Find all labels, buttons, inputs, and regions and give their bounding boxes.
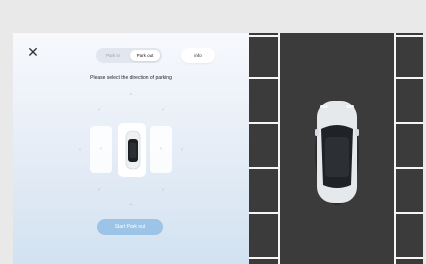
arrow-down-left-icon[interactable]: ‹ (94, 185, 104, 195)
arrow-left-icon[interactable]: ‹ (75, 145, 85, 155)
slot-right[interactable]: › (150, 126, 172, 173)
park-mode-toggle: Park in Park out (96, 48, 162, 63)
arrow-right-icon[interactable]: › (177, 145, 187, 155)
right-stall-lines (394, 33, 423, 264)
park-out-option[interactable]: Park out (130, 50, 160, 61)
arrow-up-icon[interactable]: ⌃ (126, 91, 136, 101)
arrow-up-left-icon[interactable]: ‹ (94, 105, 104, 115)
arrow-down-right-icon[interactable]: › (158, 185, 168, 195)
close-icon[interactable]: ✕ (26, 46, 40, 60)
park-in-option[interactable]: Park in (98, 50, 128, 61)
chevron-right-icon: › (160, 146, 162, 152)
instruction-text: Please select the direction of parking (90, 75, 172, 81)
parking-lot-view (249, 33, 423, 264)
info-button[interactable]: info (181, 48, 215, 63)
arrow-down-icon[interactable]: ⌄ (126, 199, 136, 209)
left-stall-lines (249, 33, 280, 264)
parking-lot-svg (249, 33, 423, 264)
start-park-out-button[interactable]: Start Park out (97, 219, 163, 235)
chevron-left-icon: ‹ (100, 146, 102, 152)
park-assist-panel: ✕ Park in Park out info Please select th… (13, 33, 249, 264)
car-top-view (315, 101, 359, 205)
arrow-up-right-icon[interactable]: › (158, 105, 168, 115)
car-icon (125, 130, 141, 170)
slot-left[interactable]: ‹ (90, 126, 112, 173)
parking-screen: ✕ Park in Park out info Please select th… (13, 33, 423, 264)
